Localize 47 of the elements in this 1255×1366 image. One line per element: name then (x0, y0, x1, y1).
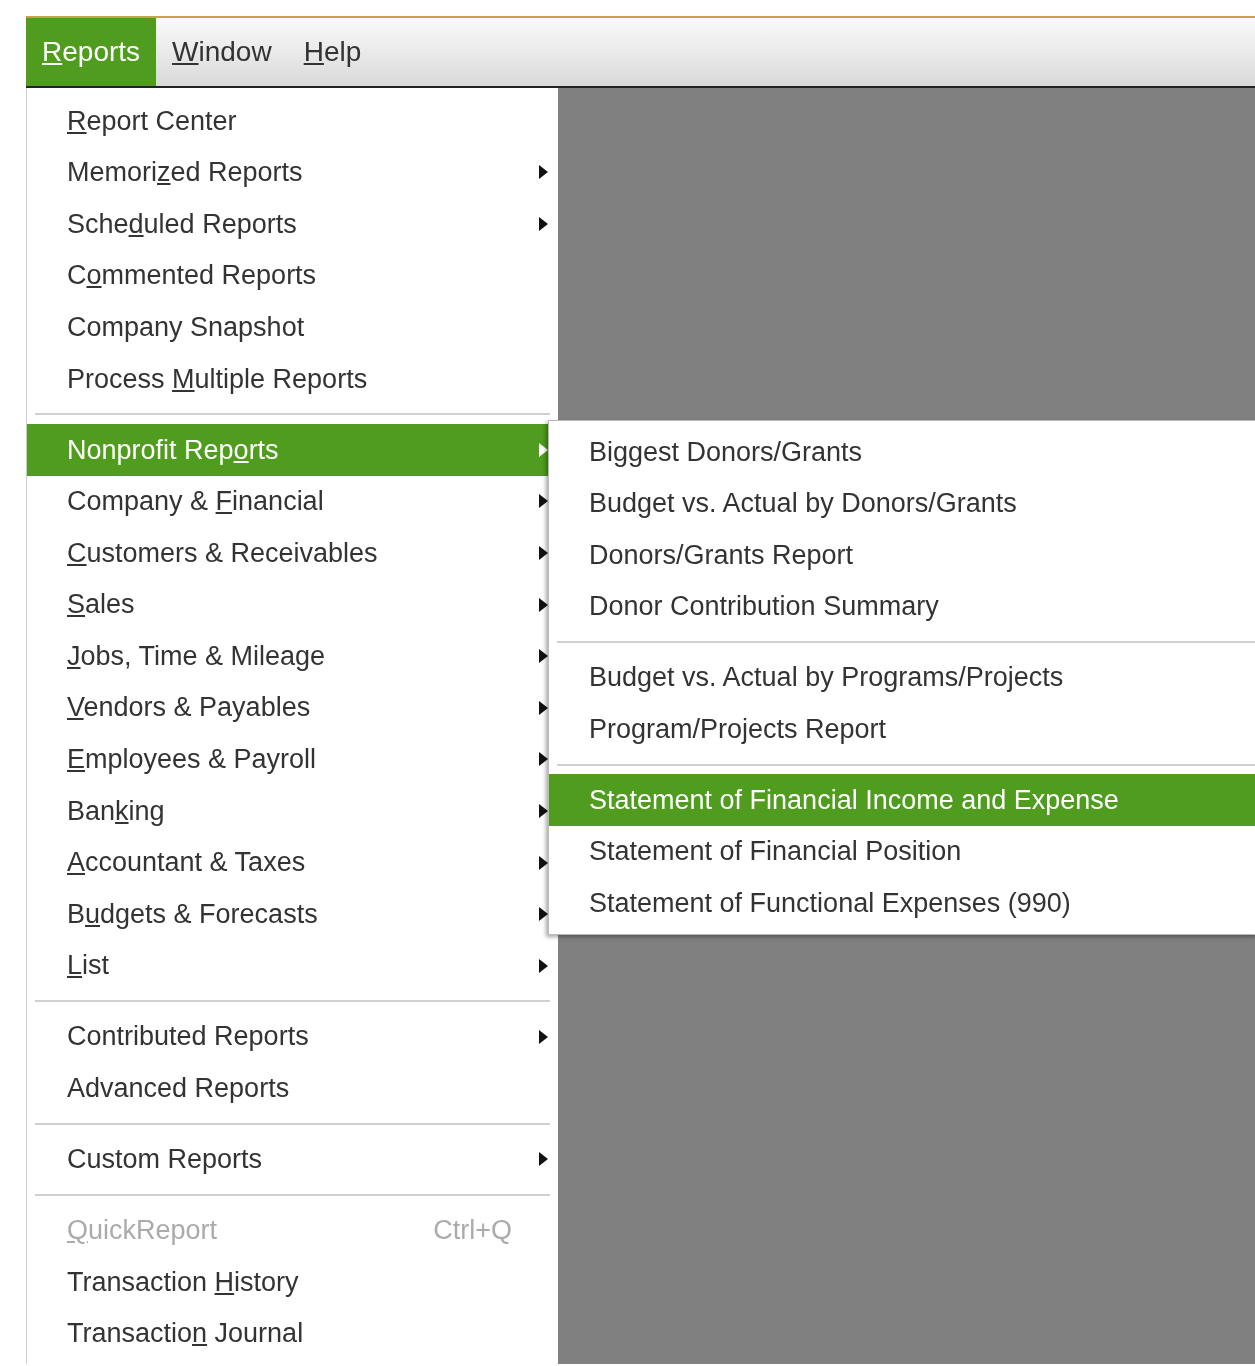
shortcut-text: Ctrl+Q (433, 1214, 512, 1247)
menu-bar-item[interactable]: Help (287, 18, 378, 86)
menu-item-label: Company Snapshot (67, 310, 306, 344)
menu-item-label: Biggest Donors/Grants (589, 435, 864, 469)
menu-item-label: Statement of Functional Expenses (990) (589, 887, 1072, 921)
menu-item-label: Contributed Reports (67, 1020, 310, 1054)
menu-item-label: Banking (67, 794, 166, 828)
menu-item-label: Scheduled Reports (67, 207, 298, 241)
menu-item-label: Budget vs. Actual by Programs/Projects (589, 661, 1065, 695)
menu-item-label: Customers & Receivables (67, 536, 379, 570)
menu-item-label: Employees & Payroll (67, 743, 318, 777)
menu-item[interactable]: List (27, 939, 558, 992)
menu-item-label: List (67, 949, 111, 983)
menu-item-label: Jobs, Time & Mileage (67, 639, 327, 673)
menu-item-label: Statement of Financial Position (589, 835, 963, 869)
menu-item[interactable]: Company Snapshot (27, 301, 558, 353)
menu-item-label: Budget vs. Actual by Donors/Grants (589, 487, 1018, 521)
menu-item-label: Vendors & Payables (67, 691, 312, 725)
menu-item-label: Donor Contribution Summary (589, 590, 940, 624)
menu-item-label: Accountant & Taxes (67, 846, 307, 880)
menu-item-label: Statement of Financial Income and Expense (589, 783, 1120, 817)
menu-item-label: Company & Financial (67, 485, 325, 519)
menu-item-label: Transaction Journal (67, 1317, 305, 1351)
menu-item[interactable]: Report Center (27, 95, 558, 147)
menu-item-label: Process Multiple Reports (67, 362, 369, 396)
menu-item[interactable]: Memorized Reports (27, 146, 558, 199)
menu-item[interactable]: Process Multiple Reports (27, 352, 558, 405)
menu-item-label: Donors/Grants Report (589, 538, 855, 572)
menu-item[interactable]: Transaction History (27, 1256, 558, 1308)
menu-item-label: Sales (67, 588, 136, 622)
menu-item[interactable]: Contributed Reports (27, 1010, 558, 1063)
menu-item-label: Custom Reports (67, 1143, 264, 1176)
menu-item-label: Program/Projects Report (589, 712, 888, 746)
menu-item-label: Memorized Reports (67, 156, 304, 190)
menu-item-label: Commented Reports (67, 259, 318, 293)
menu-item[interactable]: Advanced Reports (27, 1062, 558, 1115)
menu-item-label: Nonprofit Reports (67, 433, 280, 467)
menu-item[interactable]: Transaction Journal (27, 1307, 558, 1360)
menu-bar-item[interactable]: Window (156, 18, 288, 86)
menu-item-label: Advanced Reports (67, 1072, 291, 1105)
menu-item-label: QuickReport (67, 1214, 219, 1247)
menu-item[interactable]: Commented Reports (27, 249, 558, 302)
menu-item[interactable]: Scheduled Reports (27, 198, 558, 250)
menu-item-label: Transaction History (67, 1265, 300, 1299)
menu-item-label: Report Center (67, 104, 238, 138)
menu-item[interactable]: Custom Reports (27, 1133, 558, 1186)
menu-item-label: Budgets & Forecasts (67, 897, 319, 931)
